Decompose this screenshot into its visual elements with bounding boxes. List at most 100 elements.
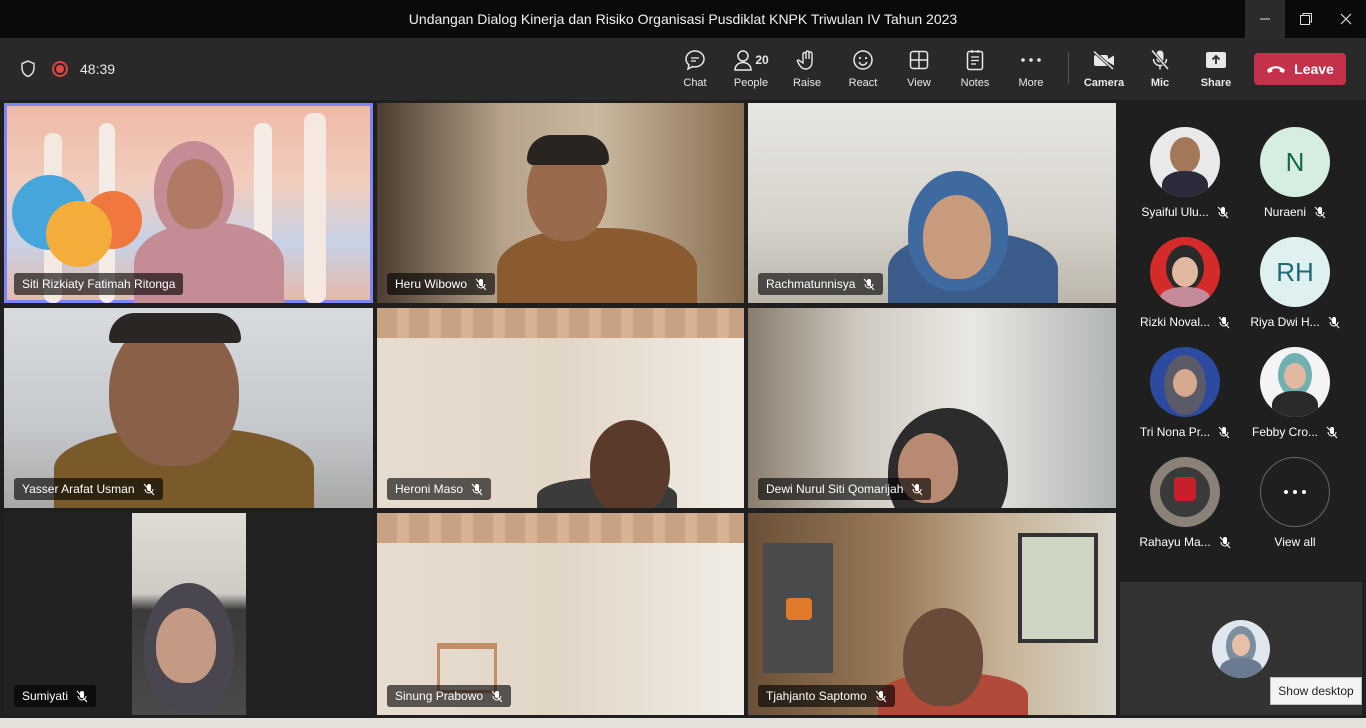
muted-mic-icon — [1218, 316, 1230, 329]
view-button[interactable]: View — [891, 48, 947, 94]
muted-mic-icon — [491, 690, 503, 703]
more-icon — [1021, 58, 1041, 62]
participant-nametag: Sumiyati — [14, 685, 97, 707]
muted-mic-icon — [1314, 206, 1326, 219]
taskbar — [0, 718, 1366, 728]
chat-label: Chat — [683, 77, 707, 89]
share-label: Share — [1200, 77, 1232, 89]
chat-button[interactable]: Chat — [667, 48, 723, 94]
participant-item[interactable]: N Nuraeni — [1240, 127, 1350, 235]
avatar — [1150, 457, 1220, 527]
video-tile[interactable]: Tjahjanto Saptomo — [748, 513, 1116, 715]
avatar — [1150, 347, 1220, 417]
self-avatar — [1212, 620, 1270, 678]
participant-nametag: Sinung Prabowo — [387, 685, 512, 707]
participant-name: Heru Wibowo — [395, 277, 468, 291]
share-icon — [1206, 52, 1226, 68]
video-tile[interactable]: Heroni Maso — [377, 308, 744, 508]
people-label: People — [733, 77, 769, 89]
share-button[interactable]: Share — [1188, 48, 1244, 94]
restore-icon — [1300, 13, 1312, 25]
participant-nametag: Siti Rizkiaty Fatimah Ritonga — [14, 273, 184, 295]
leave-button[interactable]: Leave — [1254, 53, 1346, 85]
mic-button[interactable]: Mic — [1132, 48, 1188, 94]
minimize-button[interactable] — [1245, 0, 1285, 38]
participant-item[interactable]: RH Riya Dwi H... — [1240, 237, 1350, 345]
participant-name: Heroni Maso — [395, 482, 464, 496]
participant-item[interactable]: Rahayu Ma... — [1130, 457, 1240, 565]
title-bar: Undangan Dialog Kinerja dan Risiko Organ… — [0, 0, 1366, 38]
participant-nametag: Heru Wibowo — [387, 273, 496, 295]
raise-hand-button[interactable]: Raise — [779, 48, 835, 94]
participant-item[interactable]: Febby Cro... — [1240, 347, 1350, 455]
muted-mic-icon — [76, 690, 88, 703]
close-button[interactable] — [1326, 0, 1366, 38]
participant-name: Nuraeni — [1263, 205, 1307, 219]
chat-icon — [685, 50, 705, 71]
people-button[interactable]: 20 People — [723, 48, 779, 94]
participant-name: Rizki Noval... — [1139, 315, 1210, 329]
participant-nametag: Yasser Arafat Usman — [14, 478, 163, 500]
participant-name: Sinung Prabowo — [395, 689, 484, 703]
muted-mic-icon — [875, 690, 887, 703]
camera-button[interactable]: Camera — [1076, 48, 1132, 94]
participant-name: Yasser Arafat Usman — [22, 482, 135, 496]
video-tile[interactable]: Sinung Prabowo — [377, 513, 744, 715]
participant-nametag: Dewi Nurul Siti Qomarijah — [758, 478, 932, 500]
raise-label: Raise — [792, 77, 822, 89]
react-button[interactable]: React — [835, 48, 891, 94]
view-all-label: View all — [1274, 535, 1316, 549]
window-title: Undangan Dialog Kinerja dan Risiko Organ… — [408, 11, 958, 27]
muted-mic-icon — [1217, 206, 1229, 219]
mic-off-icon — [1150, 49, 1170, 70]
muted-mic-icon — [1326, 426, 1338, 439]
participant-name: Siti Rizkiaty Fatimah Ritonga — [22, 277, 176, 291]
person-hair — [109, 313, 241, 343]
notes-button[interactable]: Notes — [947, 48, 1003, 94]
person-face — [923, 195, 991, 279]
view-label: View — [907, 77, 931, 89]
participant-name: Tri Nona Pr... — [1139, 425, 1211, 439]
smiley-icon — [853, 50, 873, 70]
tree-trunk — [304, 113, 326, 303]
person-face — [156, 608, 216, 683]
notes-icon — [966, 50, 984, 71]
muted-mic-icon — [863, 278, 875, 291]
more-button[interactable]: More — [1003, 48, 1059, 94]
person-face — [167, 159, 223, 229]
participant-name: Sumiyati — [22, 689, 69, 703]
participant-nametag: Rachmatunnisya — [758, 273, 884, 295]
recording-indicator-icon — [52, 61, 68, 77]
shield-icon — [21, 60, 35, 78]
toolbar-divider — [1068, 52, 1069, 84]
raise-hand-icon — [796, 50, 813, 70]
camera-label: Camera — [1083, 77, 1125, 89]
participant-item[interactable]: Rizki Noval... — [1130, 237, 1240, 345]
people-icon — [734, 50, 753, 71]
video-tile[interactable]: Siti Rizkiaty Fatimah Ritonga — [4, 103, 373, 303]
people-count: 20 — [755, 53, 769, 67]
grid-view-icon — [909, 50, 929, 70]
avatar: N — [1260, 127, 1330, 197]
yellow-balloon — [46, 201, 112, 267]
video-tile[interactable]: Sumiyati — [4, 513, 373, 715]
muted-mic-icon — [911, 483, 923, 496]
participant-nametag: Heroni Maso — [387, 478, 492, 500]
video-tile[interactable]: Rachmatunnisya — [748, 103, 1116, 303]
participant-nametag: Tjahjanto Saptomo — [758, 685, 895, 707]
participant-item[interactable]: Syaiful Ulu... — [1130, 127, 1240, 235]
video-grid: Siti Rizkiaty Fatimah Ritonga Heru Wibow… — [4, 103, 1116, 715]
video-tile[interactable]: Heru Wibowo — [377, 103, 744, 303]
participant-name: Rachmatunnisya — [766, 277, 856, 291]
view-all-button[interactable]: View all — [1240, 457, 1350, 565]
avatar — [1260, 347, 1330, 417]
participant-name: Dewi Nurul Siti Qomarijah — [766, 482, 904, 496]
camera-off-icon — [1092, 50, 1115, 70]
more-label: More — [1018, 77, 1044, 89]
close-icon — [1340, 13, 1352, 25]
muted-mic-icon — [1218, 426, 1230, 439]
participant-item[interactable]: Tri Nona Pr... — [1130, 347, 1240, 455]
video-tile[interactable]: Yasser Arafat Usman — [4, 308, 373, 508]
maximize-button[interactable] — [1286, 0, 1326, 38]
video-tile[interactable]: Dewi Nurul Siti Qomarijah — [748, 308, 1116, 508]
